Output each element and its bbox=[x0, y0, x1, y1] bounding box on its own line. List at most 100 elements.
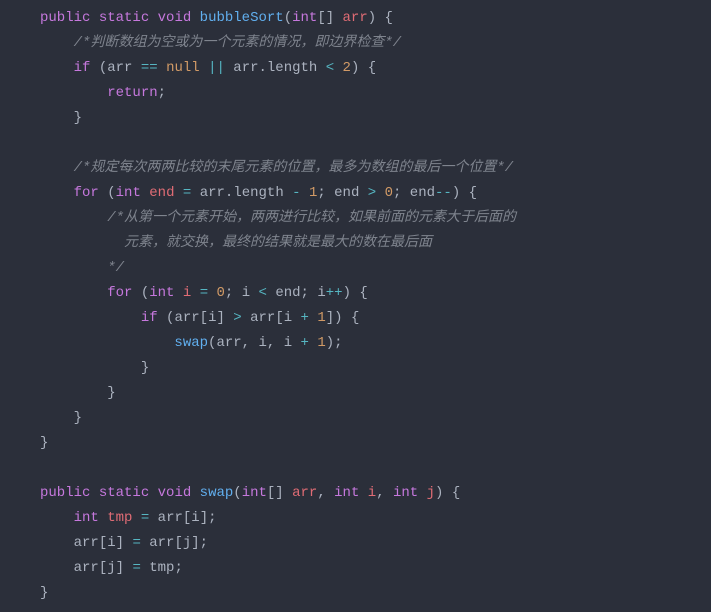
code-token: ) { bbox=[351, 60, 376, 76]
code-token: arr bbox=[40, 560, 99, 576]
code-token bbox=[141, 185, 149, 201]
code-line: if (arr == null || arr.length < 2) { bbox=[40, 56, 711, 81]
code-token: } bbox=[40, 585, 48, 601]
code-token: ( bbox=[107, 185, 115, 201]
code-line: if (arr[i] > arr[i + 1]) { bbox=[40, 306, 711, 331]
code-token bbox=[40, 110, 74, 126]
code-line bbox=[40, 456, 711, 481]
code-token: int bbox=[116, 185, 141, 201]
code-token: ) { bbox=[435, 485, 460, 501]
code-token: ); bbox=[326, 335, 343, 351]
code-line: } bbox=[40, 381, 711, 406]
code-token: ++ bbox=[326, 285, 343, 301]
code-token bbox=[301, 185, 309, 201]
code-line: swap(arr, i, i + 1); bbox=[40, 331, 711, 356]
code-line: for (int i = 0; i < end; i++) { bbox=[40, 281, 711, 306]
code-token: -- bbox=[435, 185, 452, 201]
code-token: i bbox=[284, 310, 301, 326]
code-token bbox=[132, 285, 140, 301]
code-token: + bbox=[301, 310, 309, 326]
code-token: /*规定每次两两比较的末尾元素的位置，最多为数组的最后一个位置*/ bbox=[74, 160, 514, 176]
code-token: ( bbox=[99, 60, 107, 76]
code-token: } bbox=[141, 360, 149, 376]
code-line: } bbox=[40, 406, 711, 431]
code-token: end bbox=[334, 185, 368, 201]
code-token: = bbox=[141, 510, 149, 526]
code-token: ]) { bbox=[326, 310, 360, 326]
code-token: 2 bbox=[343, 60, 351, 76]
code-token bbox=[99, 185, 107, 201]
code-token bbox=[208, 285, 216, 301]
code-token: = bbox=[132, 560, 140, 576]
code-token bbox=[40, 185, 74, 201]
code-token: int bbox=[334, 485, 359, 501]
code-token: ) { bbox=[368, 10, 393, 26]
code-token bbox=[40, 160, 74, 176]
code-token: ; bbox=[158, 85, 166, 101]
code-token: i bbox=[317, 285, 325, 301]
code-line: } bbox=[40, 581, 711, 606]
code-token: arr bbox=[216, 335, 241, 351]
code-token bbox=[40, 35, 74, 51]
code-token bbox=[90, 60, 98, 76]
code-token: void bbox=[158, 485, 192, 501]
code-token: arr bbox=[242, 310, 276, 326]
code-token: i bbox=[284, 335, 301, 351]
code-token bbox=[40, 260, 107, 276]
code-token: ] bbox=[116, 560, 133, 576]
code-token: == bbox=[141, 60, 158, 76]
code-token: public bbox=[40, 485, 90, 501]
code-token: ; bbox=[317, 185, 334, 201]
code-token bbox=[191, 485, 199, 501]
code-token bbox=[40, 410, 74, 426]
code-token: ; bbox=[393, 185, 410, 201]
code-line: return; bbox=[40, 81, 711, 106]
code-token bbox=[149, 10, 157, 26]
code-token: int bbox=[149, 285, 174, 301]
code-token: > bbox=[233, 310, 241, 326]
code-token: bubbleSort bbox=[200, 10, 284, 26]
code-token: i bbox=[258, 335, 266, 351]
code-token bbox=[200, 60, 208, 76]
code-token: /*从第一个元素开始，两两进行比较，如果前面的元素大于后面的 bbox=[107, 210, 516, 226]
code-token: , bbox=[267, 335, 284, 351]
code-line: int tmp = arr[i]; bbox=[40, 506, 711, 531]
code-token bbox=[40, 335, 174, 351]
code-token bbox=[132, 510, 140, 526]
code-token: for bbox=[74, 185, 99, 201]
code-token: || bbox=[208, 60, 225, 76]
code-token bbox=[40, 510, 74, 526]
code-line: for (int end = arr.length - 1; end > 0; … bbox=[40, 181, 711, 206]
code-token bbox=[191, 10, 199, 26]
code-line: 元素，就交换，最终的结果就是最大的数在最后面 bbox=[40, 231, 711, 256]
code-token: [ bbox=[174, 535, 182, 551]
code-token: public bbox=[40, 10, 90, 26]
code-token bbox=[40, 210, 107, 226]
code-token: if bbox=[141, 310, 158, 326]
code-token: int bbox=[74, 510, 99, 526]
code-token: swap bbox=[200, 485, 234, 501]
code-token: */ bbox=[107, 260, 124, 276]
code-token: int bbox=[242, 485, 267, 501]
code-token: , bbox=[242, 335, 259, 351]
code-token: , bbox=[376, 485, 393, 501]
code-token: ] bbox=[116, 535, 133, 551]
code-token: length bbox=[267, 60, 326, 76]
code-token: ( bbox=[141, 285, 149, 301]
code-token: arr bbox=[343, 10, 368, 26]
code-token: if bbox=[74, 60, 91, 76]
code-token: /*判断数组为空或为一个元素的情况，即边界检查*/ bbox=[74, 35, 402, 51]
code-line: public static void swap(int[] arr, int i… bbox=[40, 481, 711, 506]
code-token: [] bbox=[267, 485, 292, 501]
code-token: ] bbox=[216, 310, 233, 326]
code-line: } bbox=[40, 356, 711, 381]
code-token: return bbox=[107, 85, 157, 101]
code-token bbox=[359, 485, 367, 501]
code-token: j bbox=[183, 535, 191, 551]
code-line: /*从第一个元素开始，两两进行比较，如果前面的元素大于后面的 bbox=[40, 206, 711, 231]
code-token: null bbox=[166, 60, 200, 76]
code-token: i bbox=[368, 485, 376, 501]
code-block: public static void bubbleSort(int[] arr)… bbox=[0, 0, 711, 612]
code-token: arr bbox=[292, 485, 317, 501]
code-token: = bbox=[200, 285, 208, 301]
